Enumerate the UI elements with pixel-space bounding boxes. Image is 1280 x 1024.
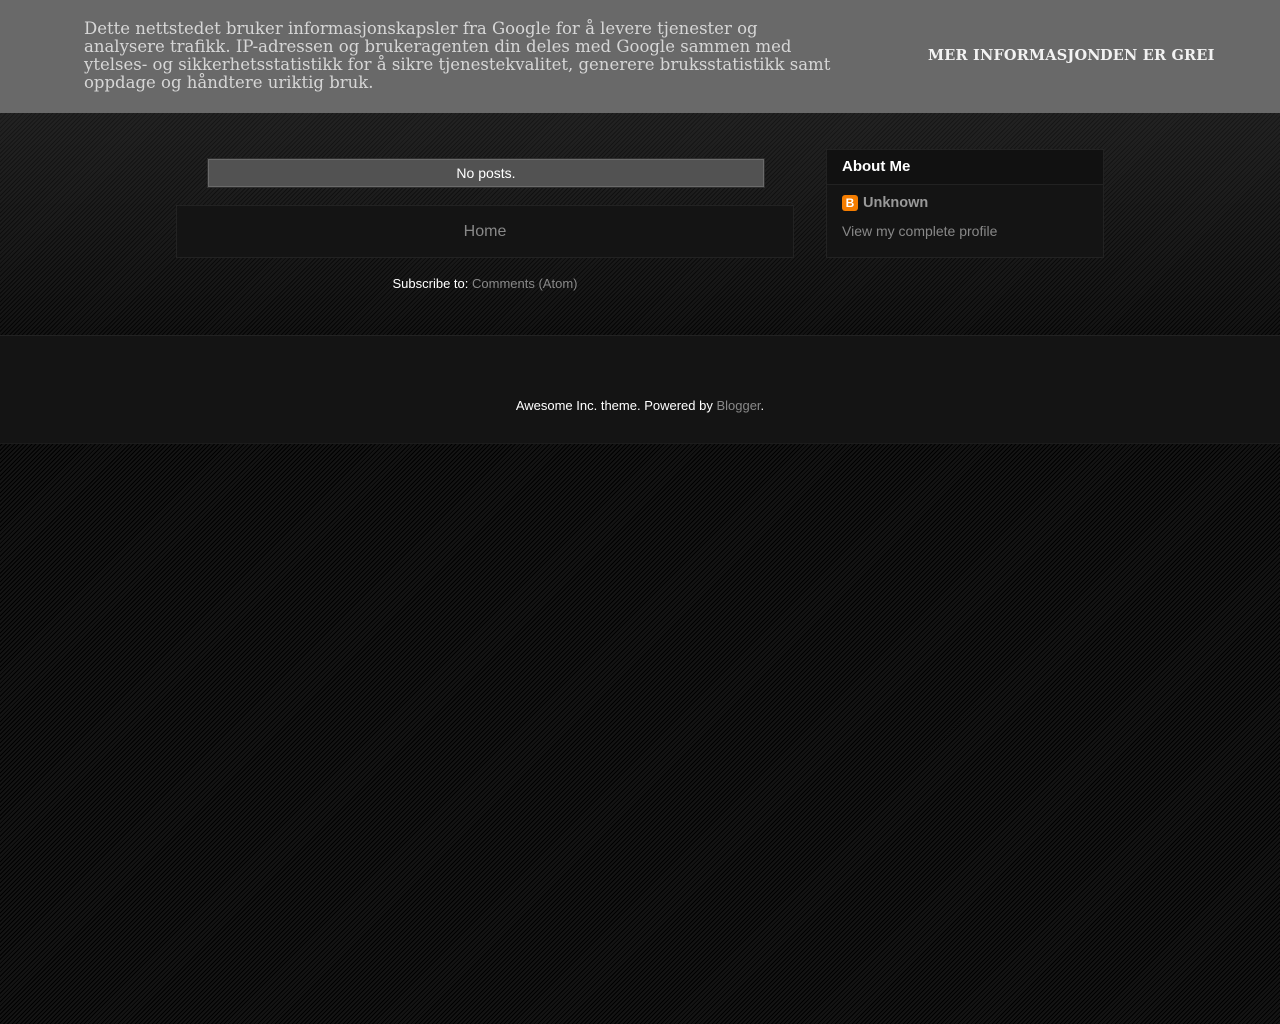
- accept-cookies-button[interactable]: Den er grei: [1100, 47, 1215, 64]
- subscribe-feed-links: Subscribe to: Comments (Atom): [176, 275, 794, 293]
- about-me-title: About Me: [827, 150, 1103, 185]
- attribution-text: Awesome Inc. theme. Powered by: [515, 398, 717, 413]
- blogger-icon: B: [842, 195, 858, 211]
- blogger-icon-glyph: B: [845, 196, 855, 210]
- home-link[interactable]: Home: [464, 223, 507, 240]
- attribution-period: .: [760, 398, 765, 413]
- comments-atom-link[interactable]: Comments (Atom): [472, 276, 577, 291]
- view-complete-profile-link[interactable]: View my complete profile: [842, 223, 997, 239]
- blog-pager: Home: [176, 205, 794, 258]
- footer: Awesome Inc. theme. Powered by Blogger.: [0, 335, 1280, 444]
- subscribe-label: Subscribe to:: [392, 276, 473, 291]
- no-posts-message: No posts.: [207, 158, 765, 188]
- theme-attribution: Awesome Inc. theme. Powered by Blogger.: [0, 397, 1280, 415]
- profile-row: B Unknown: [842, 194, 928, 212]
- blogger-link[interactable]: Blogger: [716, 398, 760, 413]
- profile-name-link[interactable]: Unknown: [863, 195, 928, 211]
- about-me-widget: About Me B Unknown View my complete prof…: [826, 149, 1104, 258]
- cookie-notice-bar: Dette nettstedet bruker informasjonskaps…: [0, 0, 1280, 113]
- more-information-button[interactable]: Mer informasjon: [928, 47, 1101, 64]
- cookie-notice-text: Dette nettstedet bruker informasjonskaps…: [84, 19, 831, 92]
